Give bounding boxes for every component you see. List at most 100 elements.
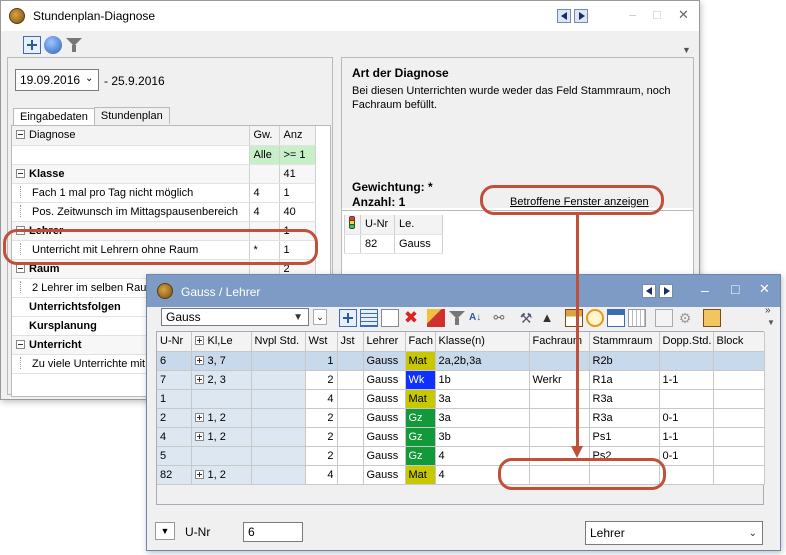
col-dopp-header[interactable]: Dopp.Std. xyxy=(659,332,714,352)
table-row[interactable]: Fach 1 mal pro Tag nicht möglich 4 1 xyxy=(12,183,316,203)
expand-icon[interactable] xyxy=(194,469,204,479)
table-row[interactable]: 82 Gauss xyxy=(344,234,443,254)
view-type-select[interactable]: Lehrer ⌄ xyxy=(585,521,763,545)
block-cell xyxy=(713,465,765,485)
col-block-header[interactable]: Block xyxy=(713,332,765,352)
next-arrow-icon[interactable] xyxy=(659,284,673,298)
collapse-icon[interactable] xyxy=(16,168,25,178)
sort-icon[interactable]: A↓ xyxy=(469,309,487,327)
diagnose-name-cell: Unterricht mit Lehrern ohne Raum xyxy=(12,240,250,260)
refresh-icon[interactable] xyxy=(44,36,62,54)
col-klassen-header[interactable]: Klasse(n) xyxy=(435,332,530,352)
minimize-icon[interactable]: – xyxy=(629,7,636,22)
col-jst-header[interactable]: Jst xyxy=(337,332,364,352)
table-row[interactable]: Klasse 41 xyxy=(12,164,316,184)
previous-arrow-icon[interactable] xyxy=(557,9,571,23)
col-nvpl-header[interactable]: Nvpl Std. xyxy=(251,332,306,352)
block-cell xyxy=(713,446,765,466)
nvpl-cell xyxy=(251,465,306,485)
delete-icon[interactable]: ✖ xyxy=(402,309,420,327)
grid-icon[interactable] xyxy=(339,309,357,327)
table-row[interactable]: 4 1, 2 2 Gauss Gz 3b Ps1 1-1 xyxy=(157,427,765,447)
calendar-icon[interactable] xyxy=(607,309,625,327)
teacher-selector[interactable]: Gauss ▼ xyxy=(161,308,309,326)
col-lehrer-header[interactable]: Lehrer xyxy=(363,332,406,352)
fachraum-cell xyxy=(529,427,590,447)
gw-filter[interactable]: Alle xyxy=(249,145,280,165)
collapse-all-icon[interactable] xyxy=(16,130,25,140)
link-icon[interactable]: ⚯ xyxy=(490,309,508,327)
filter-icon[interactable] xyxy=(65,36,83,54)
unr-input[interactable] xyxy=(243,522,303,542)
table-row[interactable]: 1 4 Gauss Mat 3a R3a xyxy=(157,389,765,409)
block-cell xyxy=(713,408,765,428)
expand-icon[interactable] xyxy=(194,374,204,384)
grid-dots-icon[interactable] xyxy=(628,309,646,327)
collapse-icon[interactable] xyxy=(16,339,25,349)
block-cell xyxy=(713,351,765,371)
toolbar-overflow-icon[interactable]: » xyxy=(765,305,771,316)
gw-cell: 4 xyxy=(249,183,280,203)
clock-icon[interactable] xyxy=(586,309,604,327)
mortarboard-icon[interactable]: ▲ xyxy=(538,309,556,327)
previous-arrow-icon[interactable] xyxy=(642,284,656,298)
gw-column-header[interactable]: Gw. xyxy=(249,126,280,146)
new-record-icon[interactable] xyxy=(381,309,399,327)
table-row[interactable]: 2 1, 2 2 Gauss Gz 3a R3a 0-1 xyxy=(157,408,765,428)
minimize-icon[interactable]: – xyxy=(701,282,709,298)
list-icon[interactable] xyxy=(360,309,378,327)
table-view-icon[interactable] xyxy=(23,36,41,54)
settings-icon[interactable]: ⚙ xyxy=(676,309,694,327)
filter-icon[interactable] xyxy=(448,309,466,327)
tab-stundenplan[interactable]: Stundenplan xyxy=(93,107,170,124)
klassen-cell: 4 xyxy=(435,465,530,485)
next-arrow-icon[interactable] xyxy=(574,9,588,23)
selector-dropdown-button[interactable]: ⌄ xyxy=(313,309,327,325)
window-copy-icon[interactable] xyxy=(703,309,721,327)
col-klle-header[interactable]: Kl,Le xyxy=(191,332,252,352)
maximize-icon[interactable]: □ xyxy=(653,7,661,22)
print-preview-icon[interactable] xyxy=(655,309,673,327)
diagnose-titlebar: Stundenplan-Diagnose – □ ✕ xyxy=(1,1,699,31)
table-row[interactable]: 6 3, 7 1 Gauss Mat 2a,2b,3a R2b xyxy=(157,351,765,371)
date-dropdown-chevron-icon[interactable]: ⌄ xyxy=(85,73,93,84)
wizard-icon[interactable] xyxy=(427,309,445,327)
toolbar-overflow-icon[interactable]: ▼ xyxy=(682,45,691,55)
expand-icon[interactable] xyxy=(194,412,204,422)
expand-icon[interactable] xyxy=(194,431,204,441)
mini-le-header[interactable]: Le. xyxy=(394,215,443,235)
timetable-icon[interactable] xyxy=(565,309,583,327)
col-fachraum-header[interactable]: Fachraum xyxy=(529,332,590,352)
filter-row: Alle >= 1 xyxy=(12,145,316,165)
collapse-icon[interactable] xyxy=(16,263,25,273)
col-wst-header[interactable]: Wst xyxy=(305,332,338,352)
table-row[interactable]: 82 1, 2 4 Gauss Mat 4 xyxy=(157,465,765,485)
klassen-cell: 3a xyxy=(435,408,530,428)
table-row[interactable]: Unterricht mit Lehrern ohne Raum * 1 xyxy=(12,240,316,260)
table-row[interactable]: 5 2 Gauss Gz 4 Ps2 0-1 xyxy=(157,446,765,466)
table-row[interactable]: 7 2, 3 2 Gauss Wk 1b Werkr R1a 1-1 xyxy=(157,370,765,390)
tab-eingabedaten[interactable]: Eingabedaten xyxy=(13,108,95,125)
close-icon[interactable]: ✕ xyxy=(678,7,689,23)
col-unr-header[interactable]: U-Nr xyxy=(157,332,192,352)
unr-cell: 82 xyxy=(157,465,192,485)
annotation-arrow-line xyxy=(576,212,579,448)
col-fach-header[interactable]: Fach xyxy=(405,332,436,352)
col-stammraum-header[interactable]: Stammraum xyxy=(589,332,660,352)
klassen-cell: 4 xyxy=(435,446,530,466)
table-row[interactable]: Lehrer 1 xyxy=(12,221,316,241)
collapse-icon[interactable] xyxy=(16,225,25,235)
expand-icon[interactable] xyxy=(194,355,204,365)
anz-column-header[interactable]: Anz xyxy=(279,126,316,146)
record-nav-button[interactable]: ▼ xyxy=(155,522,175,540)
table-row[interactable]: Pos. Zeitwunsch im Mittagspausenbereich 4… xyxy=(12,202,316,222)
expand-all-icon[interactable] xyxy=(194,336,204,346)
anz-filter[interactable]: >= 1 xyxy=(279,145,316,165)
diagnose-column-header[interactable]: Diagnose xyxy=(12,126,250,146)
toolbar-overflow-arrow-icon[interactable]: ▼ xyxy=(767,318,775,327)
close-icon[interactable]: ✕ xyxy=(759,281,770,297)
show-affected-windows-link[interactable]: Betroffene Fenster anzeigen xyxy=(510,196,649,208)
maximize-icon[interactable]: □ xyxy=(731,281,739,297)
mini-unr-header[interactable]: U-Nr xyxy=(360,215,395,235)
tools-icon[interactable]: ⚒ xyxy=(517,309,535,327)
